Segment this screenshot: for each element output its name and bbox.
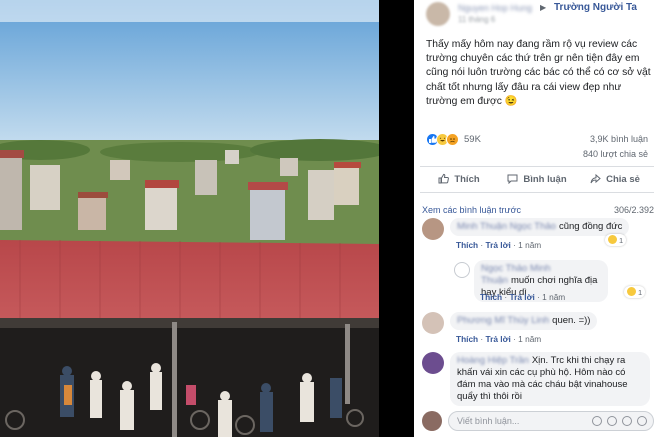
comment-reply-item: Ngọc Thảo Minh Thuận muốn chơi nghĩa địa … (454, 258, 654, 306)
facebook-post-panel: Nguyen Hop Hung 11 tháng 6 ▶ Trường Ngườ… (414, 0, 660, 437)
view-previous-comments-link[interactable]: Xem các bình luận trước (422, 205, 521, 215)
commenter-name[interactable]: Phương Mĩ Thùy Linh (457, 315, 549, 326)
comment-input-placeholder: Viết bình luận... (457, 416, 520, 426)
group-name-link[interactable]: Trường Người Ta (554, 2, 637, 13)
reaction-count: 59K (464, 133, 481, 145)
comment-bubble: Minh Thuận Ngọc Thảo cũng đồng đức (450, 218, 630, 236)
comment-bubble: Hoàng Hiệp Trần Xịn. Trc khi thi chạy ra … (450, 352, 650, 406)
share-arrow-icon (590, 173, 601, 187)
share-count-link[interactable]: 840 lượt chia sẻ (583, 149, 648, 159)
comment-time[interactable]: 1 năm (518, 240, 541, 250)
commenter-avatar[interactable] (422, 352, 444, 374)
post-header: Nguyen Hop Hung 11 tháng 6 ▶ Trường Ngườ… (414, 0, 660, 30)
commenter-name[interactable]: Minh Thuận Ngọc Thảo (457, 221, 556, 232)
comment-time[interactable]: 1 năm (518, 334, 541, 344)
comment-item: Hoàng Hiệp Trần Xịn. Trc khi thi chạy ra … (422, 350, 654, 406)
comment-meta: Thích · Trả lời · 1 năm (480, 292, 566, 302)
comment-reaction-badge[interactable]: 1 (605, 234, 627, 246)
commenter-avatar[interactable] (422, 218, 444, 240)
school-view-photo (0, 0, 379, 437)
composer-tools (592, 416, 647, 426)
like-label: Thích (454, 174, 480, 185)
comment-reply-link[interactable]: Trả lời (486, 334, 511, 344)
post-body-text: Thấy mấy hôm nay đang rầm rộ vụ review c… (426, 39, 651, 107)
thumbs-up-icon (438, 173, 450, 187)
comment-item: Minh Thuận Ngọc Thảo cũng đồng đức Thích … (422, 216, 654, 256)
comment-item: Phương Mĩ Thùy Linh quen. =)) Thích · Trả… (422, 310, 654, 346)
author-avatar[interactable] (426, 2, 450, 26)
comment-reaction-badge[interactable]: 1 (624, 286, 646, 298)
comment-button[interactable]: Bình luận (498, 167, 576, 192)
comment-like-link[interactable]: Thích (480, 292, 502, 302)
comment-reaction-count: 1 (638, 288, 643, 297)
comment-text: cũng đồng đức (558, 221, 623, 232)
comment-meta: Thích · Trả lời · 1 năm (456, 334, 542, 344)
haha-reaction-icon (608, 235, 617, 244)
sticker-icon[interactable] (637, 416, 647, 426)
reaction-summary[interactable]: 59K (426, 131, 481, 147)
comment-count-link[interactable]: 3,9K bình luận (590, 134, 648, 144)
haha-reaction-icon (627, 287, 636, 296)
comment-reply-link[interactable]: Trả lời (510, 292, 535, 302)
comments-counter: 306/2.392 (613, 205, 654, 215)
comment-like-link[interactable]: Thích (456, 334, 478, 344)
commenter-avatar[interactable] (422, 312, 444, 334)
comment-like-link[interactable]: Thích (456, 240, 478, 250)
comment-label: Bình luận (523, 174, 567, 185)
commenter-name[interactable]: Hoàng Hiệp Trần (457, 355, 529, 366)
comment-meta: Thích · Trả lời · 1 năm (456, 240, 542, 250)
camera-icon[interactable] (607, 416, 617, 426)
post-author-name[interactable]: Nguyen Hop Hung (458, 3, 532, 13)
share-label: Chia sẻ (606, 174, 640, 185)
emoji-icon[interactable] (592, 416, 602, 426)
share-button[interactable]: Chia sẻ (576, 167, 654, 192)
comment-reaction-count: 1 (619, 236, 624, 245)
commenter-avatar[interactable] (454, 262, 470, 278)
speech-bubble-icon (507, 173, 518, 187)
arrow-right-icon: ▶ (540, 3, 547, 12)
current-user-avatar (422, 411, 442, 431)
like-button[interactable]: Thích (420, 167, 498, 192)
image-divider (379, 0, 414, 437)
comment-bubble: Phương Mĩ Thùy Linh quen. =)) (450, 312, 598, 330)
comment-composer: Viết bình luận... (422, 410, 656, 432)
post-actions-bar: Thích Bình luận Chia sẻ (420, 166, 654, 193)
comment-text: quen. =)) (552, 315, 591, 326)
comment-input[interactable]: Viết bình luận... (448, 411, 654, 431)
sad-reaction-icon (446, 132, 459, 146)
post-date[interactable]: 11 tháng 6 (458, 15, 495, 24)
cemetery-school-scene (0, 0, 379, 437)
gif-icon[interactable] (622, 416, 632, 426)
comment-reply-link[interactable]: Trả lời (486, 240, 511, 250)
comment-time[interactable]: 1 năm (542, 292, 565, 302)
